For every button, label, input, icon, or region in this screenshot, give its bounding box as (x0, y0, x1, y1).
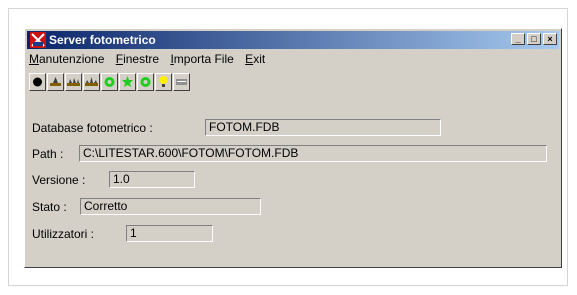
gear-tool-button-3[interactable] (137, 73, 154, 91)
minimize-button[interactable]: _ (511, 33, 525, 45)
menu-accel: F (115, 52, 124, 66)
state-label: Stato : (32, 200, 67, 214)
gear-icon (140, 77, 151, 87)
database-tool-button-2[interactable] (65, 73, 82, 91)
menu-label: inestre (123, 52, 160, 66)
gear-icon (104, 77, 115, 87)
toolbar (27, 71, 267, 95)
database-field: FOTOM.FDB (205, 119, 441, 136)
database-tool-button-3[interactable] (83, 73, 100, 91)
state-field: Corretto (80, 198, 261, 215)
menu-finestre[interactable]: Finestre (116, 52, 159, 66)
menu-bar: Manutenzione Finestre Importa File Exit (29, 52, 273, 68)
lightbulb-tool-button[interactable] (155, 73, 172, 91)
gear-icon (122, 76, 133, 87)
version-field: 1.0 (109, 171, 195, 188)
close-button[interactable]: × (543, 33, 557, 45)
menu-accel: M (29, 52, 39, 66)
panel-icon (176, 79, 187, 85)
app-icon (30, 32, 46, 48)
menu-importa-file[interactable]: Importa File (170, 52, 233, 66)
menu-manutenzione[interactable]: Manutenzione (29, 52, 104, 66)
gear-tool-button-1[interactable] (101, 73, 118, 91)
server-window: Server fotometrico _ □ × Manutenzione Fi… (24, 28, 562, 268)
database-icon (67, 78, 80, 86)
users-label: Utilizzatori : (32, 227, 95, 241)
users-field: 1 (126, 225, 213, 242)
gear-tool-button-2[interactable] (119, 73, 136, 91)
panel-tool-button[interactable] (173, 73, 190, 91)
menu-exit[interactable]: Exit (245, 52, 265, 66)
path-label: Path : (32, 147, 64, 161)
menu-label: xit (253, 52, 266, 66)
title-bar[interactable]: Server fotometrico _ □ × (27, 31, 559, 49)
path-field: C:\LITESTAR.600\FOTOM\FOTOM.FDB (79, 145, 547, 162)
record-icon (33, 77, 42, 87)
database-tool-button-1[interactable] (47, 73, 64, 91)
database-icon (50, 77, 61, 86)
lightbulb-icon (159, 76, 168, 87)
menu-accel: E (245, 52, 254, 66)
database-label: Database fotometrico : (32, 121, 153, 135)
database-icon (85, 77, 98, 86)
menu-label: anutenzione (39, 52, 105, 66)
menu-label: mporta File (173, 52, 234, 66)
version-label: Versione : (32, 173, 86, 187)
window-title: Server fotometrico (49, 33, 156, 47)
maximize-button[interactable]: □ (527, 33, 541, 45)
record-tool-button[interactable] (29, 73, 46, 91)
